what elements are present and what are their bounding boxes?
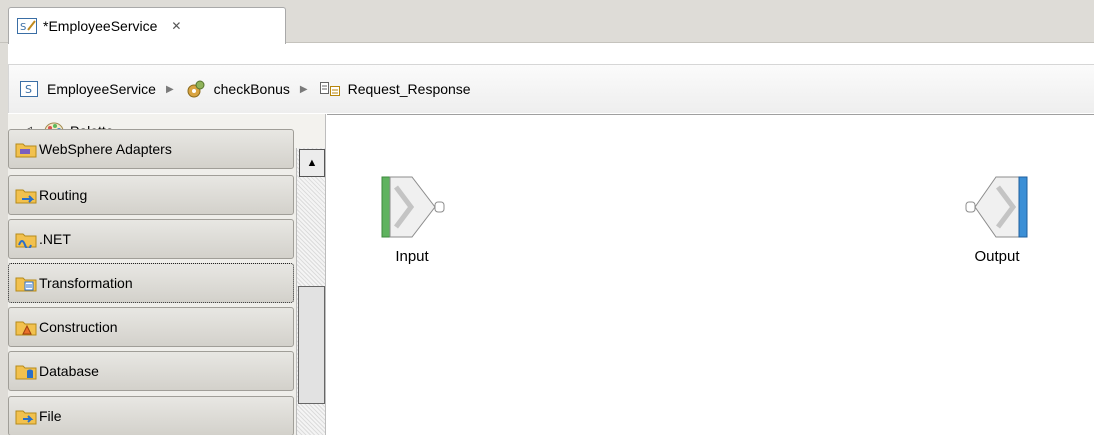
breadcrumb-label: Request_Response [347,81,471,97]
transformation-folder-icon [15,277,37,292]
drawer-file[interactable]: File [8,396,294,435]
dotnet-folder-icon [15,233,37,248]
node-label: Input [395,248,429,265]
breadcrumb: S EmployeeService ▶ checkBonus ▶ Request… [8,64,1094,113]
routing-folder-icon [15,189,37,204]
palette-drawers: WebSphere Adapters Routing .NET Transfor… [8,129,296,435]
construction-folder-icon [15,321,37,336]
operation-icon [186,80,206,98]
file-folder-icon [15,410,37,425]
drawer-label: File [39,408,62,424]
flow-canvas[interactable]: Input Output [327,114,1094,435]
breadcrumb-separator-icon: ▶ [165,83,174,95]
drawer-label: .NET [39,231,71,247]
breadcrumb-item-request-response[interactable]: Request_Response [319,80,471,98]
drawer-label: Transformation [39,275,133,291]
drawer-construction[interactable]: Construction [8,307,294,347]
drawer-label: Routing [39,187,88,203]
drawer-label: Database [39,363,99,379]
palette-panel: ◁ Palette WebSphere Adapters Routing .NE… [8,114,326,435]
tab-title: *EmployeeService [43,18,158,34]
svg-text:S: S [25,83,32,96]
node-label: Output [974,248,1020,265]
flow-icon [319,80,340,98]
scroll-up-icon[interactable]: ▲ [299,149,325,177]
editor-tabstrip: S *EmployeeService ✕ [0,0,1094,44]
breadcrumb-label: checkBonus [213,81,290,97]
breadcrumb-separator-icon: ▶ [299,83,308,95]
breadcrumb-item-checkbonus[interactable]: checkBonus [186,80,290,98]
output-node-icon [965,176,1028,238]
database-folder-icon [15,365,37,380]
input-node-icon [381,176,445,238]
editor-tab-employeeservice[interactable]: S *EmployeeService ✕ [8,7,286,44]
drawer-dotnet[interactable]: .NET [8,219,294,259]
output-node[interactable]: Output [952,175,1042,265]
breadcrumb-label: EmployeeService [47,81,156,97]
adapter-folder-icon [15,143,37,158]
drawer-database[interactable]: Database [8,351,294,391]
scroll-thumb[interactable] [298,286,325,404]
service-icon: S [19,80,39,98]
drawer-transformation[interactable]: Transformation [8,263,294,303]
input-node[interactable]: Input [367,175,457,265]
drawer-websphere-adapters[interactable]: WebSphere Adapters [8,129,294,169]
svg-text:S: S [20,22,26,33]
editor-left-border [0,43,8,435]
close-icon[interactable]: ✕ [171,19,181,33]
service-file-icon: S [17,18,37,34]
drawer-label: WebSphere Adapters [39,141,172,157]
palette-scrollbar[interactable]: ▲ [296,148,325,435]
drawer-routing[interactable]: Routing [8,175,294,215]
drawer-label: Construction [39,319,118,335]
breadcrumb-item-employeeservice[interactable]: S EmployeeService [19,80,156,98]
